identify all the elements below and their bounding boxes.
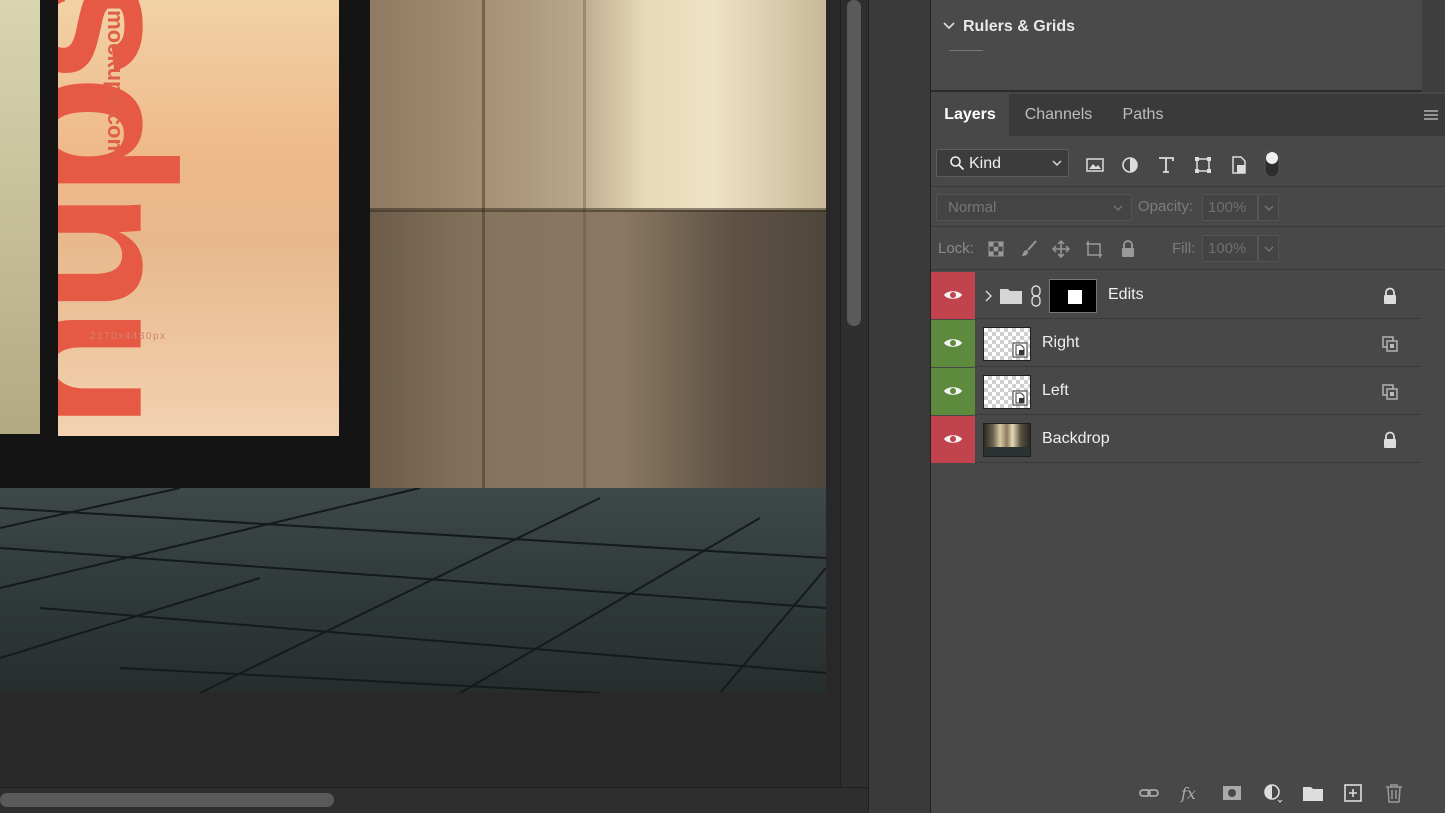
horizontal-scrollbar[interactable] [0,787,868,813]
new-group-icon[interactable] [1302,782,1324,804]
smart-object-icon [1012,390,1028,406]
type-filter-icon[interactable] [1155,154,1177,176]
photoshop-window: sdnu lmockups.com 2170x4480px Rulers & G… [0,0,1445,813]
vertical-scrollbar[interactable] [840,0,868,787]
granite-base [370,210,826,500]
layer-row-backdrop[interactable]: Backdrop [931,416,1421,463]
lock-label: Lock: [938,240,974,257]
panel-dock-gutter [868,0,930,813]
layer-name[interactable]: Edits [1108,286,1144,304]
fill-label: Fill: [1172,240,1196,257]
layer-row-right[interactable]: Right [931,320,1421,367]
tab-layers[interactable]: Layers [931,94,1009,136]
search-icon [950,156,965,171]
visibility-toggle[interactable] [931,320,975,367]
chevron-down-icon[interactable] [941,18,957,34]
new-adjustment-icon[interactable] [1262,782,1284,804]
tiled-floor [0,488,826,693]
smart-object-badge-icon [1382,336,1398,352]
blend-opacity-row: Normal Opacity: 100% [931,186,1445,226]
rulers-grids-panel: Rulers & Grids [931,0,1445,92]
vertical-scroll-thumb[interactable] [847,0,861,326]
blend-mode-value: Normal [948,199,997,216]
chevron-down-icon [1052,160,1062,166]
blend-mode-dropdown[interactable]: Normal [936,194,1132,221]
lock-transparency-icon[interactable] [986,239,1006,259]
visibility-toggle[interactable] [931,416,975,463]
visibility-toggle[interactable] [931,368,975,415]
lock-icon [1384,287,1396,304]
layer-thumbnail[interactable] [983,327,1031,361]
layer-thumbnail[interactable] [983,423,1031,457]
mask-link-icon[interactable] [1030,285,1042,307]
fill-value: 100% [1208,240,1247,257]
layer-row-left[interactable]: Left [931,368,1421,415]
link-layers-icon[interactable] [1138,782,1160,804]
layer-thumbnail[interactable] [983,375,1031,409]
pillar-seam [583,0,586,500]
lock-icon [1384,431,1396,448]
lock-position-move-icon[interactable] [1051,239,1071,259]
filter-toggle-icon[interactable] [1264,150,1280,178]
eye-icon [944,435,962,443]
panel-menu-icon[interactable] [1422,108,1440,122]
fill-dropdown[interactable] [1258,235,1279,262]
layer-name[interactable]: Backdrop [1042,430,1110,448]
layer-name[interactable]: Left [1042,382,1069,400]
poster-size-text: 2170x4480px [90,331,167,342]
image-filter-icon[interactable] [1084,154,1106,176]
poster: sdnu lmockups.com 2170x4480px [58,0,339,436]
adjustment-filter-icon[interactable] [1119,154,1141,176]
document-canvas-area[interactable]: sdnu lmockups.com 2170x4480px [0,0,840,787]
pillar-seam [370,208,826,212]
layer-mask-thumbnail[interactable] [1049,279,1097,313]
left-poster-glass [0,0,40,434]
layer-name[interactable]: Right [1042,334,1079,352]
layer-row-edits[interactable]: Edits [931,272,1421,319]
opacity-value: 100% [1208,199,1247,216]
lock-fill-row: Lock: Fill: 100% [931,226,1445,270]
new-layer-icon[interactable] [1342,782,1364,804]
opacity-dropdown[interactable] [1258,194,1279,221]
expand-arrow-icon[interactable] [983,289,993,303]
layer-filter-bar: Kind [931,142,1445,186]
rulers-grids-title[interactable]: Rulers & Grids [963,18,1075,36]
kind-filter-dropdown[interactable]: Kind [936,149,1069,177]
smart-object-icon [1012,342,1028,358]
poster-url-text: lmockups.com [103,4,128,159]
lock-artboard-icon[interactable] [1084,239,1104,259]
tab-channels[interactable]: Channels [1009,94,1108,136]
add-mask-icon[interactable] [1221,782,1243,804]
layers-panel-footer: fx [931,772,1445,813]
chevron-down-icon [1113,205,1123,211]
smart-object-badge-icon [1382,384,1398,400]
layers-panel-tabs: Layers Channels Paths [931,94,1445,136]
folder-icon [1000,289,1022,304]
panels-dock: Rulers & Grids Layers Channels Paths Kin… [930,0,1445,813]
shape-filter-icon[interactable] [1192,154,1214,176]
eye-icon [944,387,962,395]
kind-label: Kind [969,155,1002,172]
eye-icon [944,291,962,299]
svg-text:fx: fx [1180,784,1196,803]
fx-icon[interactable]: fx [1179,782,1201,804]
smart-object-filter-icon[interactable] [1228,154,1250,176]
lock-pixels-brush-icon[interactable] [1019,239,1039,259]
chevron-down-icon [1264,246,1274,252]
lock-all-icon[interactable] [1118,239,1138,259]
eye-icon [944,339,962,347]
pillar-seam [482,0,485,500]
document-image[interactable]: sdnu lmockups.com 2170x4480px [0,0,826,693]
poster-big-text: sdnu [58,0,215,424]
chevron-down-icon [1264,205,1274,211]
divider [949,50,983,51]
visibility-toggle[interactable] [931,272,975,319]
horizontal-scroll-thumb[interactable] [0,793,334,807]
opacity-label: Opacity: [1138,198,1194,215]
fill-field[interactable]: 100% [1202,235,1258,262]
tab-paths[interactable]: Paths [1108,94,1178,136]
panel-scrollbar[interactable] [1422,0,1445,92]
delete-layer-icon[interactable] [1383,782,1405,804]
opacity-field[interactable]: 100% [1202,194,1258,221]
